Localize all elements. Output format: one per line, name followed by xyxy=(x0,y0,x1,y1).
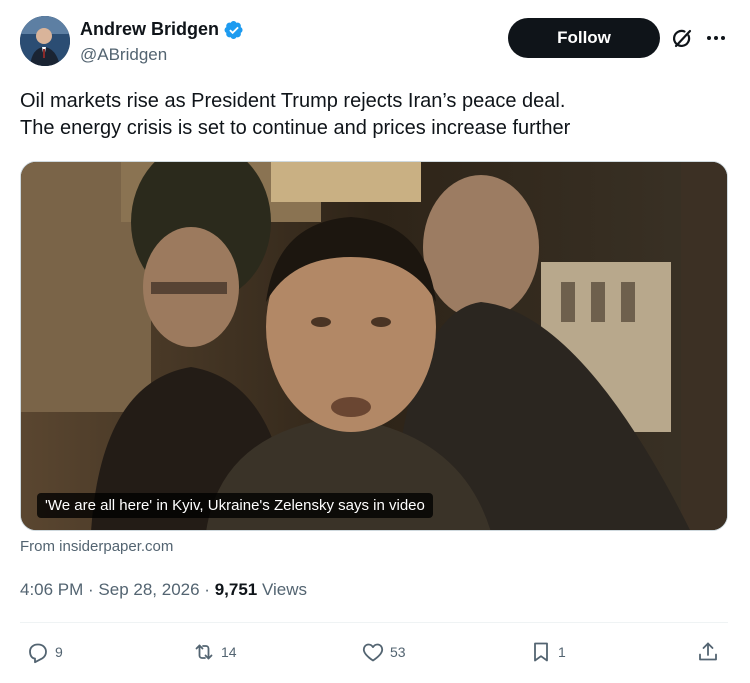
views-label: Views xyxy=(257,580,307,599)
meta-separator: · xyxy=(199,580,215,599)
grok-icon[interactable] xyxy=(670,27,694,51)
media-caption: 'We are all here' in Kyiv, Ukraine's Zel… xyxy=(37,493,433,518)
share-icon xyxy=(699,642,717,661)
action-bar: 9 14 53 1 xyxy=(0,640,750,670)
share-button[interactable] xyxy=(696,640,720,664)
bookmark-count: 1 xyxy=(558,644,566,660)
bookmark-button[interactable]: 1 xyxy=(529,640,566,664)
tweet-text: Oil markets rise as President Trump reje… xyxy=(20,88,720,142)
repost-icon xyxy=(195,644,213,660)
bookmark-icon xyxy=(534,642,548,662)
reply-button[interactable]: 9 xyxy=(26,640,63,664)
views-count: 9,751 xyxy=(214,580,258,599)
reply-count: 9 xyxy=(55,644,63,660)
divider xyxy=(20,622,728,623)
like-button[interactable]: 53 xyxy=(361,640,406,664)
tweet-text-line: Oil markets rise as President Trump reje… xyxy=(20,90,566,112)
more-icon[interactable] xyxy=(705,27,727,49)
repost-count: 14 xyxy=(221,644,237,660)
tweet-time[interactable]: 4:06 PM xyxy=(20,580,83,599)
verified-badge-icon xyxy=(224,20,244,40)
like-count: 53 xyxy=(390,644,406,660)
tweet-meta: 4:06 PM · Sep 28, 2026 · 9,751 Views xyxy=(20,580,307,600)
author-name-row[interactable]: Andrew Bridgen xyxy=(80,19,244,40)
repost-button[interactable]: 14 xyxy=(192,640,237,664)
heart-icon xyxy=(362,643,384,662)
tweet-date[interactable]: Sep 28, 2026 xyxy=(98,580,199,599)
author-display-name[interactable]: Andrew Bridgen xyxy=(80,19,219,40)
meta-separator: · xyxy=(83,580,99,599)
tweet-media-image[interactable]: 'We are all here' in Kyiv, Ukraine's Zel… xyxy=(20,161,728,531)
author-avatar[interactable] xyxy=(20,16,70,66)
reply-icon xyxy=(29,643,47,664)
card-source-link[interactable]: From insiderpaper.com xyxy=(20,538,173,555)
follow-button[interactable]: Follow xyxy=(508,18,660,58)
tweet-text-line: The energy crisis is set to continue and… xyxy=(20,117,571,139)
author-handle[interactable]: @ABridgen xyxy=(80,45,167,65)
